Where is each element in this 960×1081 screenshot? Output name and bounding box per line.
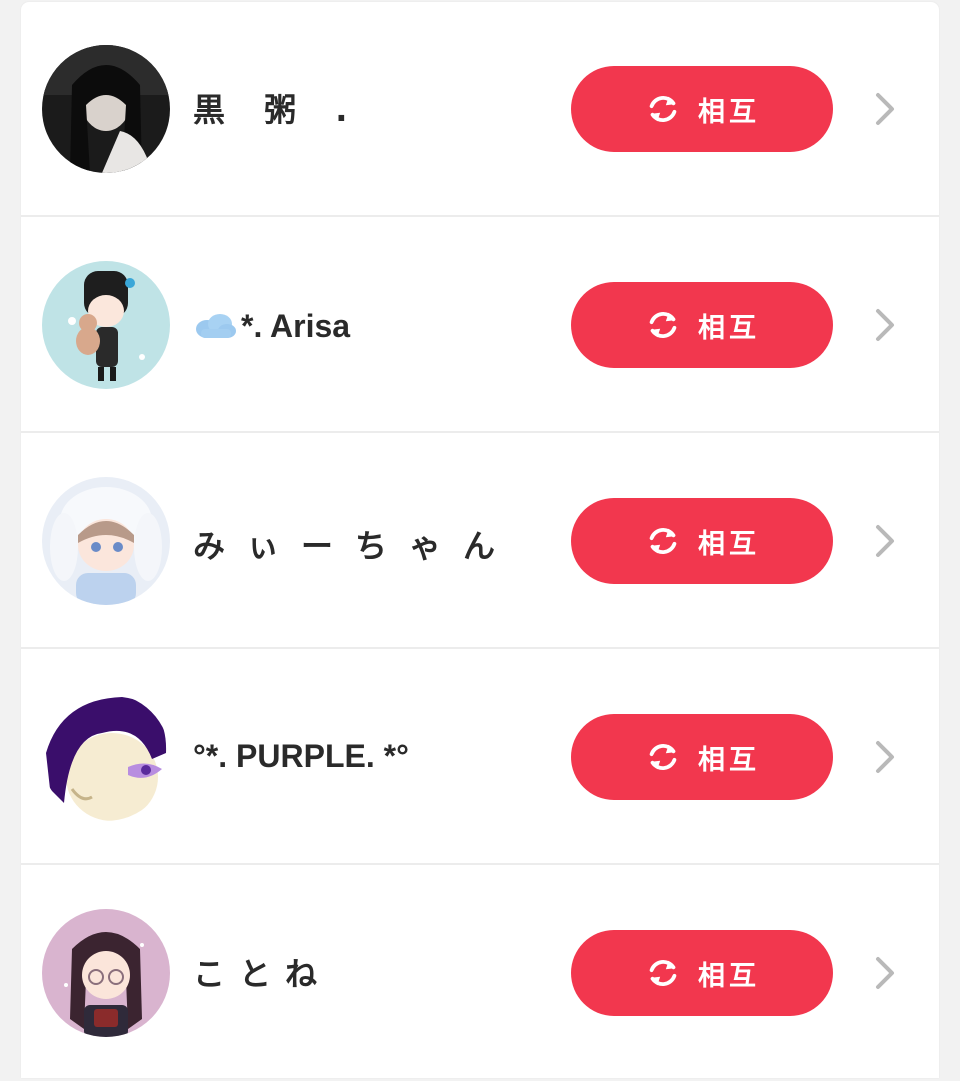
list-item[interactable]: 黒 粥 . 相互 xyxy=(21,2,939,217)
user-name: みぃーちゃん xyxy=(193,527,518,565)
user-list: 黒 粥 . 相互 *. Arisa 相互 みぃーちゃん 相互 °*. PURPL… xyxy=(21,2,939,1078)
chevron-right-icon[interactable] xyxy=(873,738,897,776)
chevron-right-icon[interactable] xyxy=(873,306,897,344)
avatar-image xyxy=(42,45,170,173)
avatar-image xyxy=(42,909,170,1037)
cloud-icon xyxy=(196,314,236,338)
user-name: °*. PURPLE. *° xyxy=(193,738,409,774)
list-item[interactable]: *. Arisa 相互 xyxy=(21,218,939,433)
user-name: ことね xyxy=(193,955,332,993)
chevron-right-icon[interactable] xyxy=(873,954,897,992)
chevron-right-icon[interactable] xyxy=(873,522,897,560)
mutual-follow-button[interactable]: 相互 xyxy=(571,714,833,800)
mutual-follow-button[interactable]: 相互 xyxy=(571,498,833,584)
chevron-right-icon[interactable] xyxy=(873,90,897,128)
mutual-follow-button[interactable]: 相互 xyxy=(571,930,833,1016)
refresh-icon xyxy=(649,960,677,986)
avatar[interactable] xyxy=(42,477,170,605)
mutual-follow-label: 相互 xyxy=(698,96,760,128)
mutual-follow-label: 相互 xyxy=(698,744,760,776)
avatar[interactable] xyxy=(42,261,170,389)
mutual-follow-button[interactable]: 相互 xyxy=(571,66,833,152)
avatar[interactable] xyxy=(42,45,170,173)
mutual-follow-button[interactable]: 相互 xyxy=(571,282,833,368)
mutual-follow-label: 相互 xyxy=(698,960,760,992)
list-item[interactable]: みぃーちゃん 相互 xyxy=(21,434,939,649)
avatar[interactable] xyxy=(42,693,170,821)
user-name: 黒 粥 . xyxy=(193,91,362,129)
refresh-icon xyxy=(649,96,677,122)
list-item[interactable]: °*. PURPLE. *° 相互 xyxy=(21,650,939,865)
mutual-follow-label: 相互 xyxy=(698,312,760,344)
avatar-image xyxy=(42,693,170,821)
refresh-icon xyxy=(649,312,677,338)
avatar-image xyxy=(42,261,170,389)
refresh-icon xyxy=(649,744,677,770)
avatar[interactable] xyxy=(42,909,170,1037)
refresh-icon xyxy=(649,528,677,554)
avatar-image xyxy=(42,477,170,605)
user-name: *. Arisa xyxy=(241,308,351,344)
list-item[interactable]: ことね 相互 xyxy=(21,866,939,1081)
mutual-follow-label: 相互 xyxy=(698,528,760,560)
user-name-wrapper: *. Arisa xyxy=(193,304,350,348)
